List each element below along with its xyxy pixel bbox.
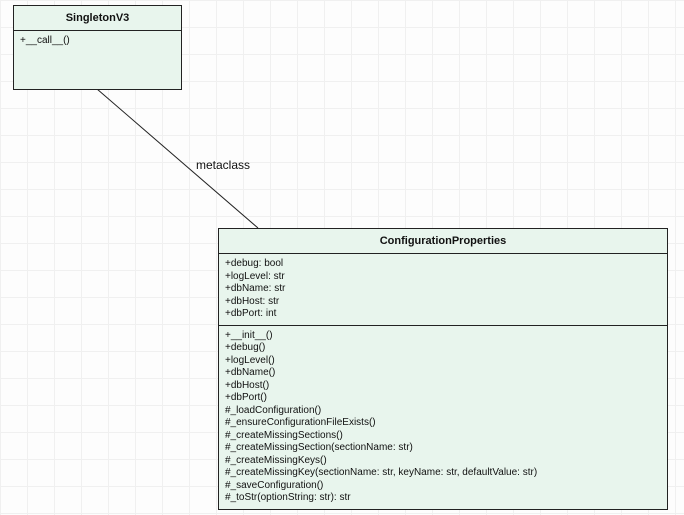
class-singletonv3[interactable]: SingletonV3 +__call__() [13,5,182,90]
class-configurationproperties[interactable]: ConfigurationProperties +debug: bool +lo… [218,228,668,510]
class-methods: +__call__() [14,31,181,89]
relation-label: metaclass [196,158,250,172]
class-attributes: +debug: bool +logLevel: str +dbName: str… [219,254,667,326]
class-name: SingletonV3 [14,6,181,31]
class-methods: +__init__() +debug() +logLevel() +dbName… [219,326,667,509]
class-name: ConfigurationProperties [219,229,667,254]
